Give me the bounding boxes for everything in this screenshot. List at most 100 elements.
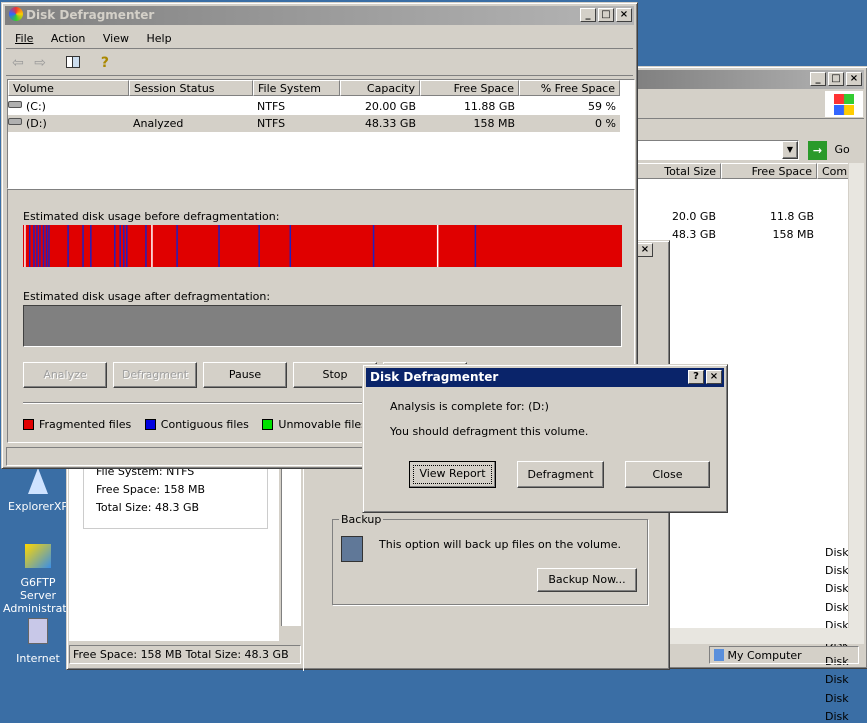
disk-map-before bbox=[23, 225, 622, 267]
type-cell: Disk bbox=[825, 691, 849, 705]
column-session-status[interactable]: Session Status bbox=[129, 80, 253, 96]
show-hide-tree-icon[interactable] bbox=[66, 56, 81, 68]
close-button[interactable]: × bbox=[706, 370, 722, 384]
contiguous-swatch bbox=[144, 419, 156, 430]
backup-description: This option will back up files on the vo… bbox=[379, 538, 621, 551]
cell-pct: 59 % bbox=[588, 100, 616, 113]
contiguous-stripe bbox=[372, 225, 375, 267]
close-dialog-button[interactable]: Close bbox=[625, 461, 710, 488]
back-arrow-icon[interactable]: ⇦ bbox=[12, 55, 24, 71]
contiguous-stripe bbox=[82, 225, 84, 267]
defragment-button[interactable]: Defragment bbox=[113, 362, 197, 388]
cell-capacity: 48.33 GB bbox=[364, 117, 416, 130]
type-cell: Disk bbox=[825, 673, 849, 687]
contiguous-stripe bbox=[48, 225, 50, 267]
cell-pct: 0 % bbox=[595, 117, 616, 130]
column-volume[interactable]: Volume bbox=[8, 80, 129, 96]
recommendation-message: You should defragment this volume. bbox=[390, 425, 589, 438]
contiguous-stripe bbox=[36, 225, 38, 267]
explorer-title-bar: _ □ × bbox=[636, 70, 864, 89]
column-free-space[interactable]: Free Space bbox=[420, 80, 519, 96]
cell-status: Analyzed bbox=[133, 117, 184, 130]
volume-row[interactable]: (D:) Analyzed NTFS 48.33 GB 158 MB 0 % bbox=[8, 115, 620, 132]
column-free-space[interactable]: Free Space bbox=[721, 163, 817, 179]
help-properties-icon[interactable]: ? bbox=[101, 51, 109, 75]
cell-free: 158 MB bbox=[473, 117, 515, 130]
volume-list: Volume Session Status File System Capaci… bbox=[7, 79, 635, 189]
legend-unmovable: Unmovable files bbox=[262, 418, 367, 431]
contiguous-stripe bbox=[176, 225, 178, 267]
menu-file[interactable]: File bbox=[15, 32, 33, 45]
contiguous-stripe bbox=[45, 225, 48, 267]
dialog-titlebar-fragment: ? × bbox=[619, 243, 667, 259]
cell-free: 11.88 GB bbox=[463, 100, 515, 113]
vertical-scrollbar[interactable] bbox=[848, 163, 864, 628]
menu-help[interactable]: Help bbox=[146, 32, 171, 45]
help-button[interactable]: ? bbox=[688, 370, 704, 384]
free-stripe bbox=[24, 225, 26, 267]
cell: 20.0 GB bbox=[671, 210, 716, 223]
contiguous-stripe bbox=[90, 225, 92, 267]
contiguous-stripe bbox=[67, 225, 69, 267]
close-button[interactable]: × bbox=[846, 72, 862, 86]
cell-volume: (D:) bbox=[26, 117, 47, 130]
backup-now-button[interactable]: Backup Now... bbox=[537, 568, 637, 592]
windows-logo-icon bbox=[825, 91, 863, 117]
maximize-button[interactable]: □ bbox=[598, 8, 614, 22]
contiguous-stripe bbox=[123, 225, 125, 267]
defrag-app-icon bbox=[9, 7, 23, 21]
my-computer-icon bbox=[714, 649, 724, 661]
status-bar: Free Space: 158 MB Total Size: 48.3 GB bbox=[69, 645, 301, 664]
defragment-button[interactable]: Defragment bbox=[517, 461, 604, 488]
address-field[interactable]: ▼ bbox=[633, 140, 799, 160]
column-capacity[interactable]: Capacity bbox=[340, 80, 420, 96]
free-stripe bbox=[436, 225, 439, 267]
contiguous-stripe bbox=[114, 225, 116, 267]
contiguous-stripe bbox=[218, 225, 220, 267]
column-percent-free[interactable]: % Free Space bbox=[519, 80, 620, 96]
close-button[interactable]: × bbox=[616, 8, 632, 22]
details-box: File System: NTFS Free Space: 158 MB Tot… bbox=[83, 461, 268, 529]
analysis-complete-dialog: Disk Defragmenter ? × Analysis is comple… bbox=[362, 364, 728, 513]
menu-view[interactable]: View bbox=[103, 32, 129, 45]
minimize-button[interactable]: _ bbox=[580, 8, 596, 22]
title-bar: Disk Defragmenter _ □ × bbox=[5, 6, 634, 25]
view-report-button[interactable]: View Report bbox=[409, 461, 496, 488]
contiguous-stripe bbox=[258, 225, 260, 267]
go-arrow-icon: → bbox=[808, 140, 827, 160]
contiguous-stripe bbox=[119, 225, 121, 267]
toolbar: ⇦ ⇨ ? bbox=[6, 51, 633, 76]
before-label: Estimated disk usage before defragmentat… bbox=[23, 210, 280, 223]
minimize-button[interactable]: _ bbox=[810, 72, 826, 86]
maximize-button[interactable]: □ bbox=[828, 72, 844, 86]
close-button[interactable]: × bbox=[637, 243, 653, 257]
pause-button[interactable]: Pause bbox=[203, 362, 287, 388]
contiguous-stripe bbox=[39, 225, 41, 267]
address-dropdown-button[interactable]: ▼ bbox=[782, 141, 798, 159]
cell: 48.3 GB bbox=[671, 228, 716, 241]
horizontal-scrollbar[interactable] bbox=[281, 626, 301, 642]
column-total-size[interactable]: Total Size bbox=[633, 163, 721, 179]
type-cell: Disk bbox=[825, 564, 849, 578]
forward-arrow-icon[interactable]: ⇨ bbox=[34, 55, 46, 71]
contiguous-stripe bbox=[289, 225, 292, 267]
go-button[interactable]: → Go bbox=[808, 140, 850, 160]
cell-volume: (C:) bbox=[26, 100, 46, 113]
legend: Fragmented files Contiguous files Unmova… bbox=[23, 418, 403, 431]
cell: 158 MB bbox=[772, 228, 814, 241]
type-cell: Disk bbox=[825, 709, 849, 723]
volume-row[interactable]: (C:) NTFS 20.00 GB 11.88 GB 59 % bbox=[8, 98, 620, 115]
fragmented-region bbox=[23, 225, 622, 267]
legend-fragmented: Fragmented files bbox=[23, 418, 131, 431]
ftp-server-icon bbox=[25, 544, 51, 568]
fragmented-swatch bbox=[23, 419, 34, 430]
analyze-button[interactable]: Analyze bbox=[23, 362, 107, 388]
cell-fs: NTFS bbox=[257, 100, 286, 113]
contiguous-stripe bbox=[126, 225, 128, 267]
column-file-system[interactable]: File System bbox=[253, 80, 340, 96]
menu-bar: File Action View Help bbox=[6, 29, 633, 49]
cell-fs: NTFS bbox=[257, 117, 286, 130]
menu-action[interactable]: Action bbox=[51, 32, 85, 45]
free-stripe bbox=[151, 225, 153, 267]
analysis-message: Analysis is complete for: (D:) bbox=[390, 400, 549, 413]
